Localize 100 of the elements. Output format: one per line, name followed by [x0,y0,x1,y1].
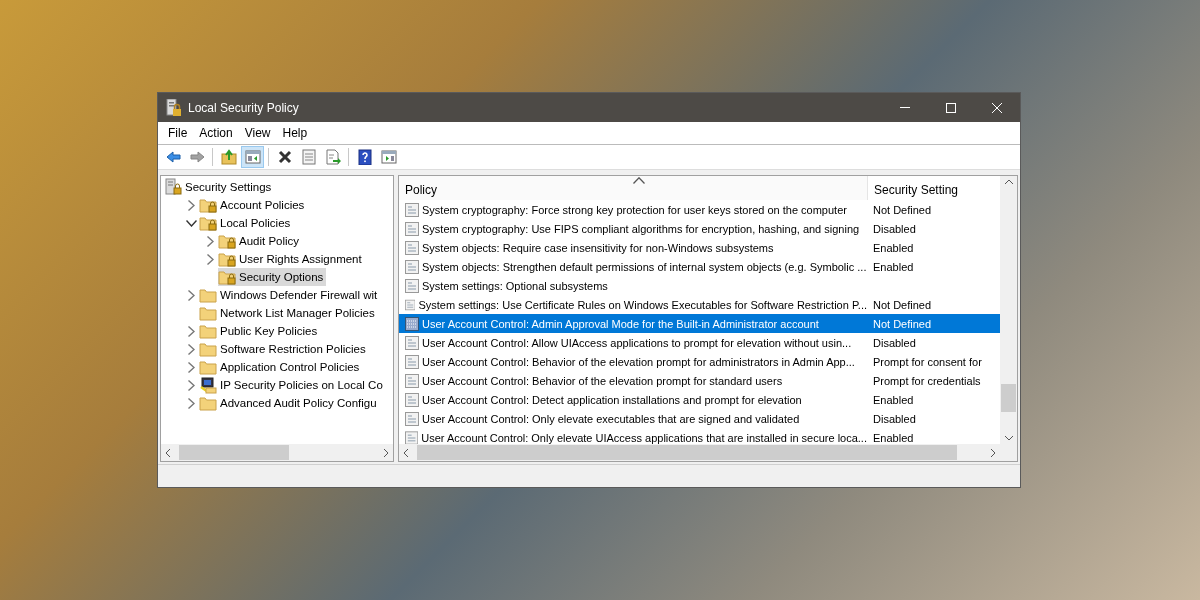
table-row[interactable]: User Account Control: Only elevate executables that are signed and validated Disabled [399,409,1000,428]
policy-name: User Account Control: Detect application installations and prompt for elevation [422,393,802,406]
tree-item[interactable]: Account Policies [199,196,308,214]
collapsed-chevron-icon[interactable] [187,289,195,301]
tree-item[interactable]: User Rights Assignment [218,250,365,268]
setting-value: Disabled [873,222,916,235]
setting-value: Enabled [873,431,914,444]
horizontal-scrollbar[interactable] [161,444,393,461]
collapsed-chevron-icon[interactable] [187,199,195,211]
policy-name: User Account Control: Only elevate executables that are signed and validated [422,412,800,425]
collapsed-chevron-icon[interactable] [187,397,195,409]
setting-value: Prompt for consent for [873,355,982,368]
tree-item[interactable]: IP Security Policies on Local Co [199,376,386,394]
menu-item[interactable]: View [238,126,277,140]
scrollbar-thumb[interactable] [417,445,957,460]
tree-item[interactable]: Application Control Policies [199,358,363,376]
policy-name: User Account Control: Admin Approval Mode for the Built-in Administrator account [422,317,819,330]
collapsed-chevron-icon[interactable] [187,379,195,391]
scrollbar-thumb[interactable] [179,445,289,460]
properties-icon [300,149,317,165]
panel-toggle-icon [244,149,261,165]
locked-folder-icon [218,250,236,268]
table-row[interactable]: User Account Control: Admin Approval Mode for the Built-in Administrator account Not Defined [399,314,1000,333]
collapsed-chevron-icon[interactable] [187,361,195,373]
locked-folder-icon [199,214,217,232]
table-row[interactable]: System cryptography: Force strong key protection for user keys stored on the computer Not Defined [399,200,1000,219]
tree-item[interactable]: Network List Manager Policies [199,304,378,322]
panel-toggle-icon [380,149,397,165]
setting-value: Not Defined [873,203,932,216]
folder-icon [199,304,217,322]
table-row[interactable]: User Account Control: Detect application installations and prompt for elevation Enabled [399,390,1000,409]
policy-icon [405,373,419,388]
table-row[interactable]: System objects: Strengthen default permissions of internal system objects (e.g. Symbolic ... Enabled [399,257,1000,276]
delete-icon [276,149,293,165]
locked-folder-icon [218,268,236,286]
table-row[interactable]: User Account Control: Allow UIAccess applications to prompt for elevation without usin... Disabled [399,333,1000,352]
setting-value: Enabled [873,241,914,254]
tree-item[interactable]: Advanced Audit Policy Configu [199,394,380,412]
tree-item[interactable]: Software Restriction Policies [199,340,369,358]
collapsed-chevron-icon[interactable] [206,253,214,265]
folder-icon [199,340,217,358]
folder-icon [199,358,217,376]
minimize-icon [900,107,910,108]
policy-icon [405,240,419,255]
setting-value: Prompt for credentials [873,374,981,387]
folder-icon [199,394,217,412]
policy-name: System settings: Optional subsystems [422,279,608,292]
tree-item[interactable]: Security Options [218,268,327,286]
policy-icon [405,278,419,293]
expanded-chevron-icon[interactable] [185,219,197,227]
table-row[interactable]: User Account Control: Only elevate UIAccess applications that are installed in secure loca... Enabled [399,428,1000,444]
server-lock-icon [164,178,182,196]
table-row[interactable]: System cryptography: Use FIPS compliant algorithms for encryption, hashing, and signing Disabled [399,219,1000,238]
tree-item[interactable]: Public Key Policies [199,322,321,340]
policy-name: System objects: Strengthen default permissions of internal system objects (e.g. Symbolic ... [422,260,867,273]
policy-icon [405,221,419,236]
tree-item[interactable]: Local Policies [199,214,294,232]
menu-item[interactable]: File [162,126,194,140]
table-row[interactable]: User Account Control: Behavior of the elevation prompt for standard users Prompt for credentials [399,371,1000,390]
policy-icon [405,430,419,444]
policy-name: System cryptography: Force strong key protection for user keys stored on the computer [422,203,847,216]
window-title: Local Security Policy [188,100,300,115]
policy-name: User Account Control: Only elevate UIAccess applications that are installed in secure loca... [421,431,867,444]
policy-icon [405,316,419,331]
tree-item[interactable]: Windows Defender Firewall wit [199,286,381,304]
policy-name: User Account Control: Behavior of the elevation prompt for administrators in Admin App... [422,355,855,368]
export-list-icon [324,149,341,165]
setting-value: Enabled [873,393,914,406]
collapsed-chevron-icon[interactable] [187,325,195,337]
locked-folder-icon [218,232,236,250]
scrollbar-thumb[interactable] [1001,384,1016,412]
collapsed-chevron-icon[interactable] [206,235,214,247]
policy-name: System settings: Use Certificate Rules on Windows Executables for Software Restriction P... [418,298,867,311]
folder-icon [199,322,217,340]
policy-name: System cryptography: Use FIPS compliant algorithms for encryption, hashing, and signing [422,222,860,235]
table-row[interactable]: System settings: Use Certificate Rules on Windows Executables for Software Restriction P... Not Defined [399,295,1000,314]
table-row[interactable]: System settings: Optional subsystems [399,276,1000,295]
column-header[interactable]: Security Setting [867,176,997,200]
table-row[interactable]: User Account Control: Behavior of the elevation prompt for administrators in Admin App... Prompt for consent for [399,352,1000,371]
column-header[interactable]: Policy [399,176,867,200]
setting-value: Enabled [873,260,914,273]
menu-item[interactable]: Action [193,126,239,140]
forward-arrow-icon [188,149,205,165]
collapsed-chevron-icon[interactable] [187,343,195,355]
tree-item[interactable]: Security Settings [164,178,275,196]
close-icon [991,101,1003,114]
back-arrow-icon [164,149,181,165]
app-icon [166,98,182,117]
locked-folder-icon [199,196,217,214]
menu-item[interactable]: Help [276,126,314,140]
computer-key-icon [199,376,217,394]
setting-value: Not Defined [873,317,932,330]
policy-icon [405,202,419,217]
policy-name: System objects: Require case insensitivity for non-Windows subsystems [422,241,774,254]
policy-icon [405,411,419,426]
vertical-scrollbar[interactable] [1000,176,1017,444]
table-row[interactable]: System objects: Require case insensitivity for non-Windows subsystems Enabled [399,238,1000,257]
tree-item[interactable]: Audit Policy [218,232,303,250]
policy-icon [405,392,419,407]
maximize-icon [945,101,957,114]
